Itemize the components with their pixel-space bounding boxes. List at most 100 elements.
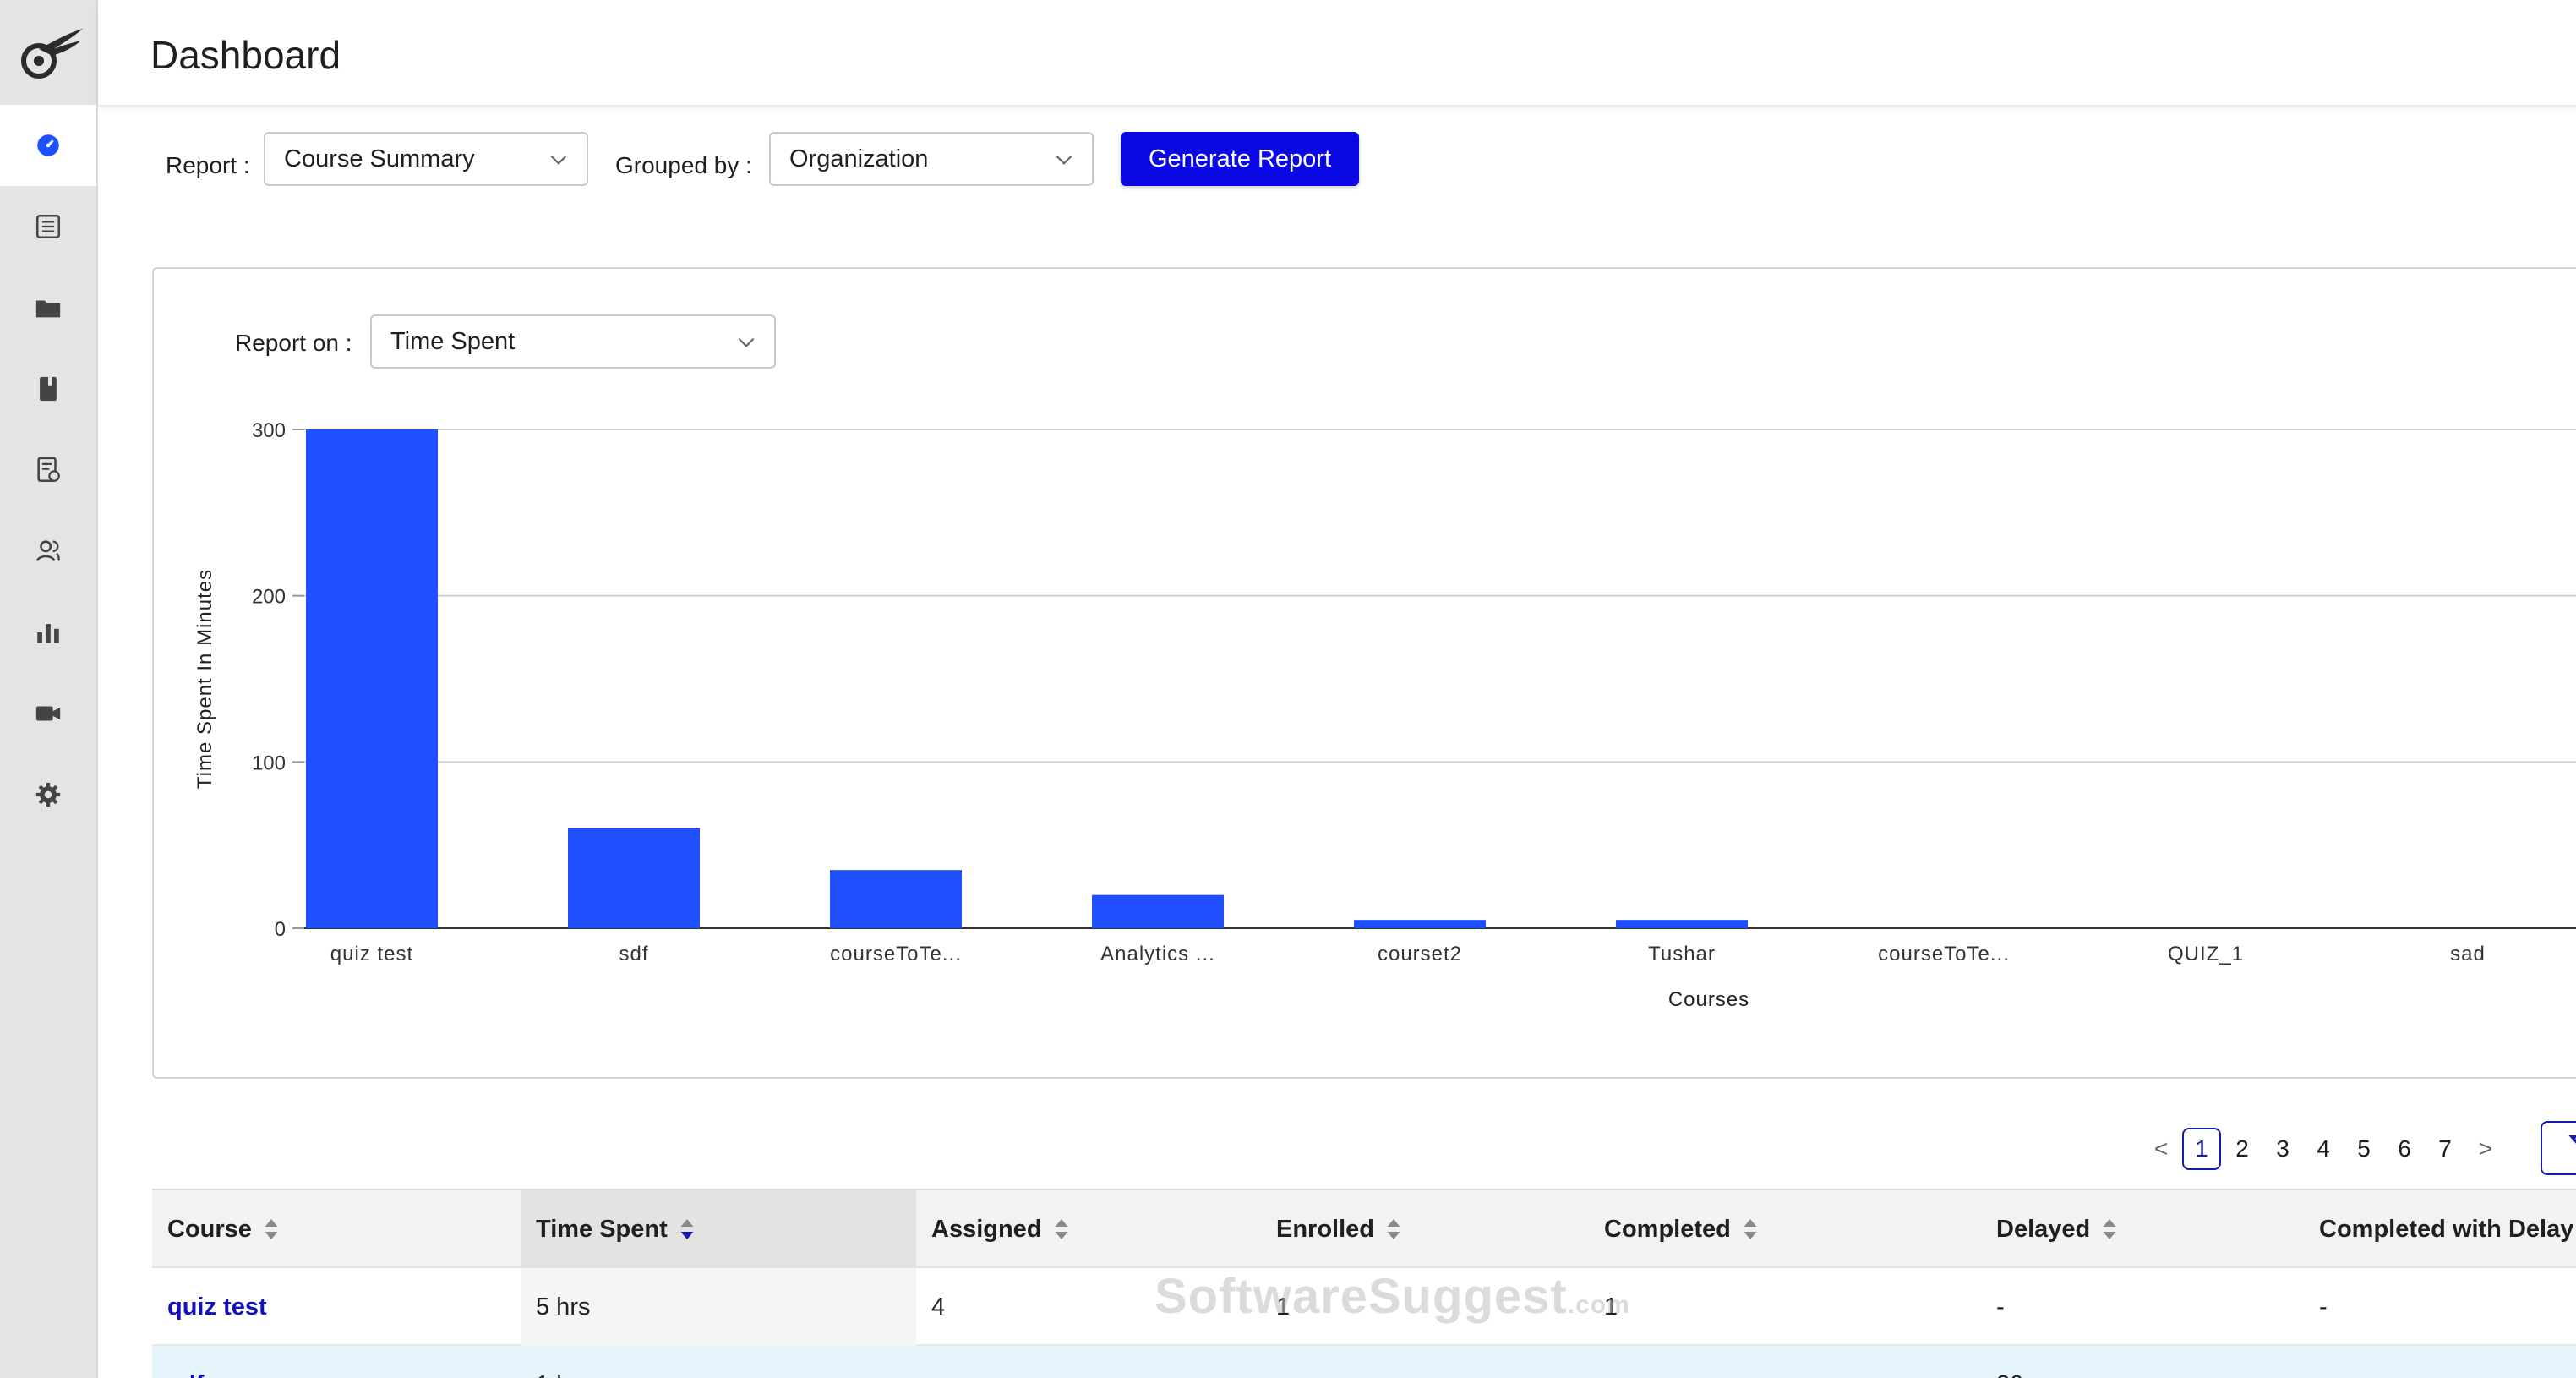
column-header[interactable]: Time Spent	[521, 1190, 916, 1268]
table-cell: -	[2319, 1293, 2328, 1321]
grouped-by-label: Grouped by :	[615, 152, 752, 178]
sort-icon[interactable]	[264, 1217, 279, 1242]
sidebar-item-users[interactable]	[0, 511, 96, 592]
pagination-page[interactable]: 4	[2304, 1128, 2343, 1170]
analytics-icon	[37, 624, 59, 643]
sidebar-item-settings[interactable]	[0, 754, 96, 835]
pagination-page[interactable]: 5	[2344, 1128, 2383, 1170]
report-select-value: Course Summary	[284, 145, 475, 172]
y-tick-label: 200	[252, 586, 286, 609]
x-tick-label: Analytics ...	[1100, 943, 1215, 965]
column-header-label: Assigned	[931, 1215, 1042, 1243]
table-cell	[1589, 1346, 1981, 1378]
chevron-down-icon	[1056, 155, 1072, 165]
column-header[interactable]: Course	[152, 1190, 521, 1268]
sidebar	[0, 0, 96, 1378]
sidebar-item-folder[interactable]	[0, 267, 96, 348]
pagination-page[interactable]: 6	[2385, 1128, 2424, 1170]
table-cell: 1	[1604, 1293, 1618, 1321]
table-cell: 20	[1981, 1346, 2304, 1378]
table-cell[interactable]: quiz test	[152, 1268, 521, 1346]
video-icon	[35, 706, 61, 721]
watermark: SoftwareSuggest.com	[1154, 1269, 1630, 1324]
filter-button[interactable]	[2541, 1121, 2576, 1175]
dashboard-icon	[37, 134, 59, 156]
filter-icon	[2568, 1135, 2576, 1144]
x-tick-label: QUIZ_1	[2168, 943, 2244, 965]
sidebar-item-analytics[interactable]	[0, 592, 96, 673]
column-header-label: Enrolled	[1276, 1215, 1375, 1243]
pagination-page[interactable]: 3	[2263, 1128, 2302, 1170]
folder-icon	[35, 300, 61, 318]
y-axis-title: Time Spent In Minutes	[194, 569, 216, 789]
list-icon	[35, 214, 61, 239]
column-header-label: Completed with Delay	[2319, 1215, 2574, 1243]
column-header-label: Course	[167, 1215, 252, 1243]
sort-icon[interactable]	[1054, 1217, 1069, 1242]
pagination-next[interactable]: >	[2466, 1128, 2505, 1170]
course-link[interactable]: quiz test	[167, 1293, 267, 1321]
page-title: Dashboard	[150, 33, 341, 77]
y-tick-label: 0	[275, 918, 286, 941]
sidebar-item-report[interactable]	[0, 429, 96, 511]
chart-card: Report on : Time Spent 0 100 200 300 quiz te…	[152, 267, 2576, 1079]
bar	[1616, 920, 1748, 928]
column-header[interactable]: Delayed	[1981, 1190, 2304, 1268]
table-header: Course Time Spent Assigned Enrolled Complete…	[152, 1190, 2576, 1268]
x-tick-label: quiz test	[330, 943, 413, 965]
winged-wheel-logo[interactable]	[14, 25, 85, 85]
x-tick-label: courseToTe...	[830, 943, 962, 965]
pagination-page[interactable]: 2	[2223, 1128, 2262, 1170]
users-icon	[36, 540, 60, 561]
column-header[interactable]: Assigned	[916, 1190, 1261, 1268]
sidebar-item-dashboard[interactable]	[0, 105, 96, 186]
sidebar-item-list[interactable]	[0, 186, 96, 267]
column-header-label: Completed	[1604, 1215, 1731, 1243]
bar	[568, 828, 700, 928]
table-cell[interactable]: sdf	[152, 1346, 521, 1378]
table-cell	[2304, 1346, 2576, 1378]
report-select[interactable]: Course Summary	[264, 132, 588, 186]
x-tick-label: sdf	[619, 943, 648, 965]
sort-icon[interactable]	[2102, 1217, 2117, 1242]
x-tick-label: courset2	[1378, 943, 1462, 965]
table-cell: -	[1996, 1293, 2005, 1321]
report-icon	[37, 457, 60, 483]
book-icon	[40, 376, 57, 402]
grouped-by-select[interactable]: Organization	[769, 132, 1094, 186]
table-cell	[1261, 1346, 1589, 1378]
table-cell	[916, 1346, 1261, 1378]
top-bar: Dashboard	[98, 0, 2576, 107]
sort-icon[interactable]	[1743, 1217, 1758, 1242]
x-tick-label: Tushar	[1648, 943, 1716, 965]
y-tick-label: 100	[252, 752, 286, 774]
pagination-prev[interactable]: <	[2142, 1128, 2180, 1170]
bar	[306, 429, 438, 928]
sidebar-item-book[interactable]	[0, 348, 96, 429]
pagination-page[interactable]: 1	[2182, 1128, 2221, 1170]
x-axis-title: Courses	[1668, 988, 1749, 1011]
sort-icon[interactable]	[1386, 1217, 1401, 1242]
course-link[interactable]: sdf	[167, 1371, 205, 1378]
column-header[interactable]: Completed	[1589, 1190, 1981, 1268]
chevron-down-icon	[550, 155, 567, 165]
column-header-label: Time Spent	[536, 1215, 668, 1243]
settings-icon	[35, 782, 61, 807]
pagination-page[interactable]: 7	[2426, 1128, 2464, 1170]
generate-report-button[interactable]: Generate Report	[1121, 132, 1359, 186]
bar	[1092, 894, 1224, 928]
x-tick-label: courseToTe...	[1878, 943, 2010, 965]
x-tick-label: sad	[2450, 943, 2486, 965]
table-row[interactable]: sdf 1 h 20	[152, 1346, 2576, 1378]
column-header[interactable]: Completed with Delay	[2304, 1190, 2576, 1268]
grouped-by-select-value: Organization	[789, 145, 929, 172]
bar	[1354, 920, 1486, 928]
y-tick-label: 300	[252, 419, 286, 442]
column-header[interactable]: Enrolled	[1261, 1190, 1589, 1268]
time-spent-bar-chart: 0 100 200 300 quiz test sdf courseToTe... Analy…	[194, 419, 2576, 1011]
table-cell: 1 h	[521, 1346, 916, 1378]
column-header-label: Delayed	[1996, 1215, 2091, 1243]
sort-icon[interactable]	[679, 1217, 695, 1242]
course-summary-table: Course Time Spent Assigned Enrolled Complete…	[152, 1189, 2576, 1378]
sidebar-item-video[interactable]	[0, 673, 96, 754]
